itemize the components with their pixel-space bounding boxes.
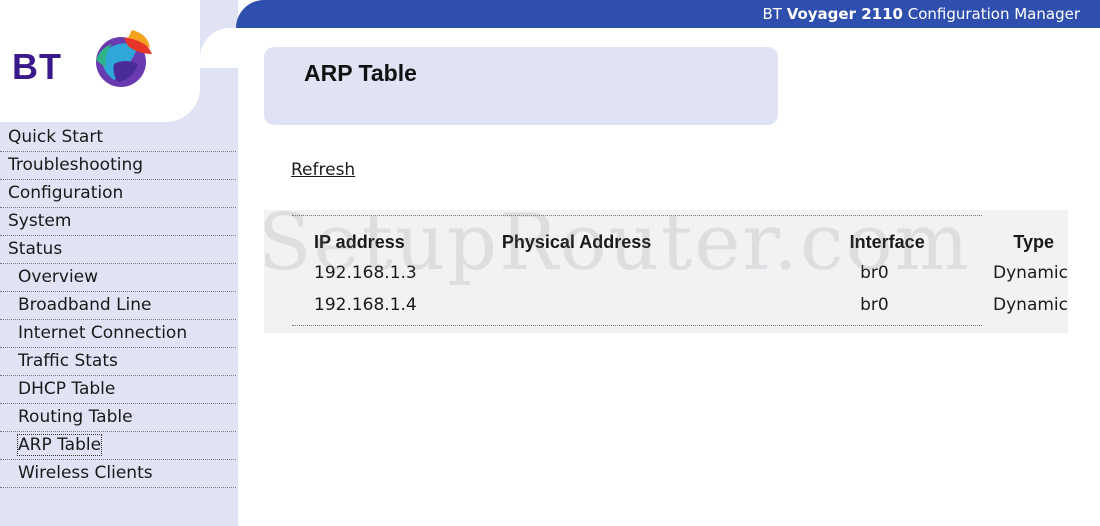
page-title: ARP Table bbox=[304, 60, 417, 86]
nav-item-internet-connection[interactable]: Internet Connection bbox=[0, 320, 236, 348]
nav-label: System bbox=[8, 211, 72, 231]
arp-table-panel: IP address Physical Address Interface Ty… bbox=[264, 210, 1068, 333]
nav-label: Status bbox=[8, 239, 63, 259]
header-title: BT Voyager 2110 Configuration Manager bbox=[762, 5, 1080, 23]
column-header-ip: IP address bbox=[314, 231, 405, 252]
nav-item-routing-table[interactable]: Routing Table bbox=[0, 404, 236, 432]
nav-label: Quick Start bbox=[8, 127, 104, 147]
nav-label: Internet Connection bbox=[18, 323, 188, 343]
nav-label: Broadband Line bbox=[18, 295, 152, 315]
nav-item-broadband-line[interactable]: Broadband Line bbox=[0, 292, 236, 320]
sidebar-nav: Quick Start Troubleshooting Configuratio… bbox=[0, 124, 236, 488]
nav-item-troubleshooting[interactable]: Troubleshooting bbox=[0, 152, 236, 180]
bt-logo-text: BT bbox=[12, 46, 62, 87]
header-model: Voyager 2110 bbox=[786, 5, 903, 23]
nav-item-arp-table[interactable]: ARP Table bbox=[0, 432, 236, 460]
nav-label: Configuration bbox=[8, 183, 124, 203]
cell-interface: br0 bbox=[860, 263, 889, 283]
nav-label: DHCP Table bbox=[18, 379, 116, 399]
nav-item-overview[interactable]: Overview bbox=[0, 264, 236, 292]
nav-item-configuration[interactable]: Configuration bbox=[0, 180, 236, 208]
cell-ip: 192.168.1.4 bbox=[314, 295, 417, 315]
page-title-panel: ARP Table bbox=[264, 47, 778, 125]
header-curve bbox=[200, 28, 270, 68]
nav-label: ARP Table bbox=[16, 434, 103, 456]
nav-label: Wireless Clients bbox=[18, 463, 153, 483]
cell-physical-address bbox=[502, 289, 729, 321]
nav-item-wireless-clients[interactable]: Wireless Clients bbox=[0, 460, 236, 488]
column-header-type: Type bbox=[1013, 231, 1054, 252]
arp-table: IP address Physical Address Interface Ty… bbox=[314, 227, 1068, 321]
table-bottom-divider bbox=[292, 325, 982, 326]
nav-label: Troubleshooting bbox=[8, 155, 144, 175]
sidebar-bottom bbox=[0, 488, 236, 526]
cell-physical-address bbox=[502, 257, 729, 289]
nav-item-status[interactable]: Status bbox=[0, 236, 236, 264]
header-suffix: Configuration Manager bbox=[907, 5, 1080, 23]
nav-item-traffic-stats[interactable]: Traffic Stats bbox=[0, 348, 236, 376]
header-brand: BT bbox=[762, 5, 782, 23]
nav-label: Overview bbox=[18, 267, 99, 287]
nav-label: Routing Table bbox=[18, 407, 133, 427]
table-row: 192.168.1.4 br0 Dynamic bbox=[314, 289, 1068, 321]
cell-interface: br0 bbox=[860, 295, 889, 315]
cell-type: Dynamic bbox=[993, 263, 1068, 283]
nav-label: Traffic Stats bbox=[18, 351, 118, 371]
table-row: 192.168.1.3 br0 Dynamic bbox=[314, 257, 1068, 289]
table-header-row: IP address Physical Address Interface Ty… bbox=[314, 227, 1068, 257]
nav-item-system[interactable]: System bbox=[0, 208, 236, 236]
cell-type: Dynamic bbox=[993, 295, 1068, 315]
refresh-link[interactable]: Refresh bbox=[291, 160, 355, 180]
header-bar: BT Voyager 2110 Configuration Manager bbox=[236, 0, 1100, 28]
logo-area: BT bbox=[0, 0, 200, 122]
bt-piper-globe-icon bbox=[96, 30, 152, 87]
nav-item-quick-start[interactable]: Quick Start bbox=[0, 124, 236, 152]
nav-item-dhcp-table[interactable]: DHCP Table bbox=[0, 376, 236, 404]
cell-ip: 192.168.1.3 bbox=[314, 263, 417, 283]
column-header-interface: Interface bbox=[849, 231, 925, 252]
column-header-physical-address: Physical Address bbox=[501, 231, 652, 252]
table-top-divider bbox=[292, 215, 982, 216]
